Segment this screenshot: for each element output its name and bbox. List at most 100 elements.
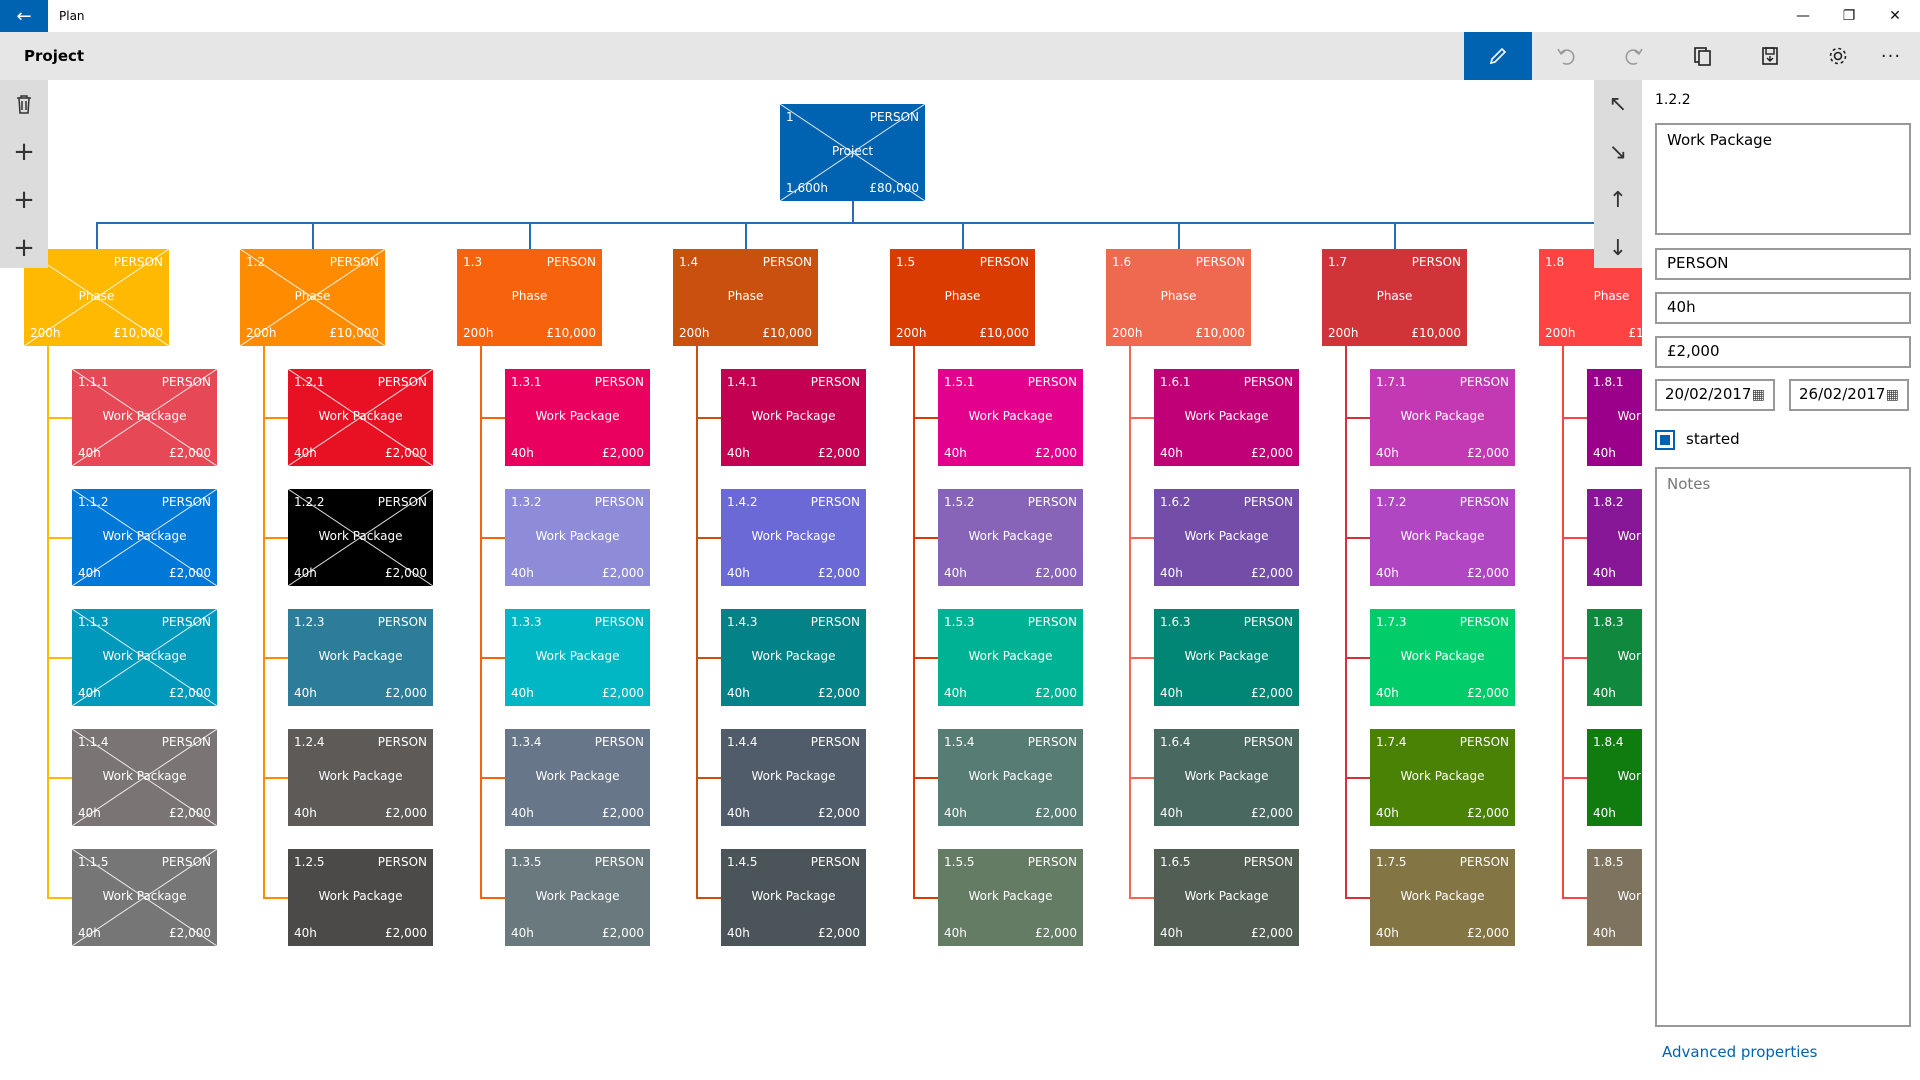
move-up-button[interactable]: ↑ bbox=[1594, 176, 1642, 224]
node-cost: £2,000 bbox=[818, 686, 860, 700]
move-down-right-button[interactable]: ↘ bbox=[1594, 128, 1642, 176]
work-package-node[interactable]: 1.5.4 PERSON Work Package 40h £2,000 bbox=[938, 729, 1083, 826]
work-package-node[interactable]: 1.5.1 PERSON Work Package 40h £2,000 bbox=[938, 369, 1083, 466]
work-package-node[interactable]: 1.2.3 PERSON Work Package 40h £2,000 bbox=[288, 609, 433, 706]
phase-node[interactable]: 1.3 PERSON Phase 200h £10,000 bbox=[457, 249, 602, 346]
close-button[interactable]: ✕ bbox=[1872, 0, 1918, 32]
node-resource: PERSON bbox=[377, 855, 427, 869]
start-date-picker[interactable]: 20/02/2017 ▦ bbox=[1655, 379, 1775, 411]
move-down-button[interactable]: ↓ bbox=[1594, 224, 1642, 272]
work-package-node[interactable]: 1.3.4 PERSON Work Package 40h £2,000 bbox=[505, 729, 650, 826]
work-package-node[interactable]: 1.1.5 PERSON Work Package 40h £2,000 bbox=[72, 849, 217, 946]
node-hours: 40h bbox=[944, 446, 967, 460]
work-package-node[interactable]: 1.8.1PERSONWork Package40h£2,000 bbox=[1587, 369, 1642, 466]
node-id: 1.8.4 bbox=[1593, 735, 1624, 749]
node-resource: PERSON bbox=[1027, 735, 1077, 749]
work-package-node[interactable]: 1.4.3 PERSON Work Package 40h £2,000 bbox=[721, 609, 866, 706]
work-package-node[interactable]: 1.1.1 PERSON Work Package 40h £2,000 bbox=[72, 369, 217, 466]
work-package-node[interactable]: 1.4.1 PERSON Work Package 40h £2,000 bbox=[721, 369, 866, 466]
work-package-node[interactable]: 1.6.3 PERSON Work Package 40h £2,000 bbox=[1154, 609, 1299, 706]
phase-node[interactable]: 1.7 PERSON Phase 200h £10,000 bbox=[1322, 249, 1467, 346]
redo-button[interactable] bbox=[1600, 32, 1668, 80]
phase-node[interactable]: 1.4 PERSON Phase 200h £10,000 bbox=[673, 249, 818, 346]
project-node[interactable]: 1 PERSON Project 1,600h £80,000 bbox=[780, 104, 925, 201]
work-package-node[interactable]: 1.7.1 PERSON Work Package 40h £2,000 bbox=[1370, 369, 1515, 466]
plus-icon: + bbox=[13, 233, 35, 263]
package-connector bbox=[1562, 896, 1587, 899]
cost-field[interactable]: £2,000 bbox=[1655, 336, 1911, 368]
copy-button[interactable] bbox=[1668, 32, 1736, 80]
work-package-node[interactable]: 1.8.2PERSONWork Package40h£2,000 bbox=[1587, 489, 1642, 586]
work-package-node[interactable]: 1.3.5 PERSON Work Package 40h £2,000 bbox=[505, 849, 650, 946]
phase-trunk-connector bbox=[263, 346, 265, 899]
hours-field[interactable]: 40h bbox=[1655, 292, 1911, 324]
node-cost: £2,000 bbox=[1035, 926, 1077, 940]
phase-drop-connector bbox=[962, 223, 964, 249]
add-child-button[interactable]: + bbox=[0, 128, 48, 176]
end-date-picker[interactable]: 26/02/2017 ▦ bbox=[1789, 379, 1909, 411]
diagram-canvas[interactable]: 1.1.1 PERSON Work Package 40h £2,000 1.1.2 PER… bbox=[0, 80, 1642, 1080]
node-id: 1.3.3 bbox=[511, 615, 542, 629]
edit-button[interactable] bbox=[1464, 32, 1532, 80]
node-name: Work Package bbox=[318, 649, 403, 663]
work-package-node[interactable]: 1.2.1 PERSON Work Package 40h £2,000 bbox=[288, 369, 433, 466]
node-id: 1.3.5 bbox=[511, 855, 542, 869]
work-package-node[interactable]: 1.1.2 PERSON Work Package 40h £2,000 bbox=[72, 489, 217, 586]
work-package-node[interactable]: 1.6.1 PERSON Work Package 40h £2,000 bbox=[1154, 369, 1299, 466]
add-item-button[interactable]: + bbox=[0, 224, 48, 272]
strike-through-cross bbox=[780, 104, 925, 201]
node-resource: PERSON bbox=[1195, 255, 1245, 269]
work-package-node[interactable]: 1.7.5 PERSON Work Package 40h £2,000 bbox=[1370, 849, 1515, 946]
work-package-node[interactable]: 1.2.4 PERSON Work Package 40h £2,000 bbox=[288, 729, 433, 826]
started-checkbox[interactable] bbox=[1655, 430, 1675, 450]
work-package-node[interactable]: 1.7.2 PERSON Work Package 40h £2,000 bbox=[1370, 489, 1515, 586]
work-package-node[interactable]: 1.6.2 PERSON Work Package 40h £2,000 bbox=[1154, 489, 1299, 586]
work-package-node[interactable]: 1.1.4 PERSON Work Package 40h £2,000 bbox=[72, 729, 217, 826]
work-package-node[interactable]: 1.8.3PERSONWork Package40h£2,000 bbox=[1587, 609, 1642, 706]
phase-node[interactable]: 1.5 PERSON Phase 200h £10,000 bbox=[890, 249, 1035, 346]
work-package-node[interactable]: 1.5.3 PERSON Work Package 40h £2,000 bbox=[938, 609, 1083, 706]
work-package-node[interactable]: 1.1.3 PERSON Work Package 40h £2,000 bbox=[72, 609, 217, 706]
work-package-node[interactable]: 1.4.4 PERSON Work Package 40h £2,000 bbox=[721, 729, 866, 826]
work-package-node[interactable]: 1.4.2 PERSON Work Package 40h £2,000 bbox=[721, 489, 866, 586]
back-button[interactable]: ← bbox=[0, 0, 48, 32]
node-cost: £10,000 bbox=[1411, 326, 1461, 340]
minimize-button[interactable]: — bbox=[1780, 0, 1826, 32]
work-package-node[interactable]: 1.6.4 PERSON Work Package 40h £2,000 bbox=[1154, 729, 1299, 826]
work-package-node[interactable]: 1.8.4PERSONWork Package40h£2,000 bbox=[1587, 729, 1642, 826]
work-package-node[interactable]: 1.3.3 PERSON Work Package 40h £2,000 bbox=[505, 609, 650, 706]
work-package-node[interactable]: 1.5.2 PERSON Work Package 40h £2,000 bbox=[938, 489, 1083, 586]
name-field[interactable]: Work Package bbox=[1655, 123, 1911, 235]
delete-button[interactable] bbox=[0, 80, 48, 128]
strike-through-cross bbox=[240, 249, 385, 346]
node-id: 1.5.5 bbox=[944, 855, 975, 869]
save-button[interactable] bbox=[1736, 32, 1804, 80]
move-up-left-button[interactable]: ↖ bbox=[1594, 80, 1642, 128]
package-connector bbox=[696, 896, 721, 899]
work-package-node[interactable]: 1.6.5 PERSON Work Package 40h £2,000 bbox=[1154, 849, 1299, 946]
package-connector bbox=[1562, 416, 1587, 419]
work-package-node[interactable]: 1.3.2 PERSON Work Package 40h £2,000 bbox=[505, 489, 650, 586]
restore-button[interactable]: ❐ bbox=[1826, 0, 1872, 32]
work-package-node[interactable]: 1.7.3 PERSON Work Package 40h £2,000 bbox=[1370, 609, 1515, 706]
work-package-node[interactable]: 1.2.5 PERSON Work Package 40h £2,000 bbox=[288, 849, 433, 946]
notes-field[interactable]: Notes bbox=[1655, 467, 1911, 1027]
work-package-node[interactable]: 1.5.5 PERSON Work Package 40h £2,000 bbox=[938, 849, 1083, 946]
phase-node[interactable]: 1.2 PERSON Phase 200h £10,000 bbox=[240, 249, 385, 346]
work-package-node[interactable]: 1.7.4 PERSON Work Package 40h £2,000 bbox=[1370, 729, 1515, 826]
work-package-node[interactable]: 1.8.5PERSONWork Package40h£2,000 bbox=[1587, 849, 1642, 946]
work-package-node[interactable]: 1.2.2 PERSON Work Package 40h £2,000 bbox=[288, 489, 433, 586]
node-id: 1.5.3 bbox=[944, 615, 975, 629]
node-id: 1.2.5 bbox=[294, 855, 325, 869]
node-id: 1.8.1 bbox=[1593, 375, 1624, 389]
add-sibling-button[interactable]: + bbox=[0, 176, 48, 224]
more-button[interactable]: ··· bbox=[1862, 32, 1920, 80]
work-package-node[interactable]: 1.4.5 PERSON Work Package 40h £2,000 bbox=[721, 849, 866, 946]
package-connector bbox=[913, 536, 938, 539]
undo-button[interactable] bbox=[1532, 32, 1600, 80]
work-package-node[interactable]: 1.3.1 PERSON Work Package 40h £2,000 bbox=[505, 369, 650, 466]
node-hours: 40h bbox=[1376, 566, 1399, 580]
resource-field[interactable]: PERSON bbox=[1655, 248, 1911, 280]
phase-node[interactable]: 1.6 PERSON Phase 200h £10,000 bbox=[1106, 249, 1251, 346]
advanced-properties-link[interactable]: Advanced properties bbox=[1662, 1043, 1817, 1061]
